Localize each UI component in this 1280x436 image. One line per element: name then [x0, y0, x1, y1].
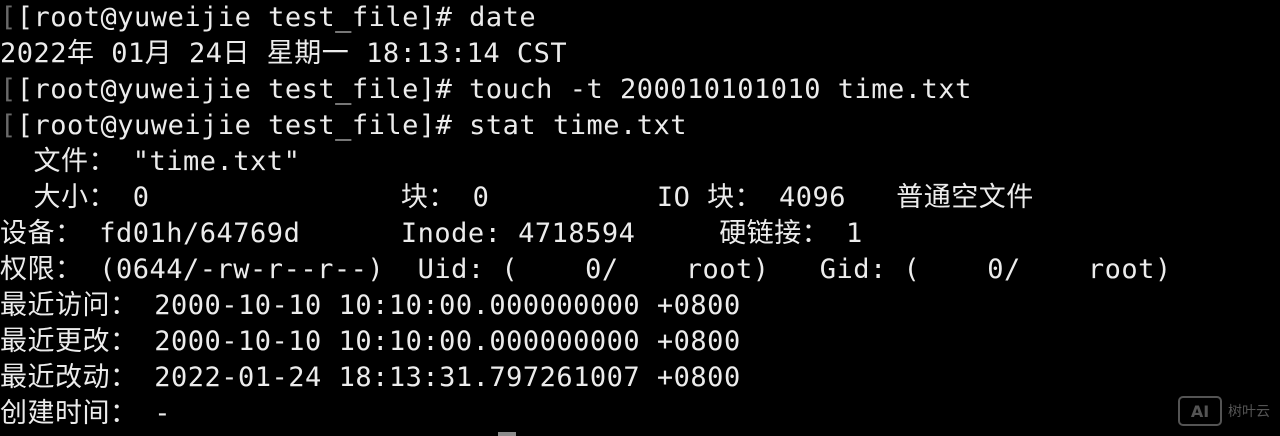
stat-access-line: 最近访问： 2000-10-10 10:10:00.000000000 +080…: [0, 290, 741, 321]
watermark-text: 树叶云: [1228, 404, 1270, 420]
terminal-line-prompt-stat: [[root@yuweijie test_file]# stat time.tx…: [0, 110, 687, 141]
stat-device-line: 设备： fd01h/64769d Inode: 4718594 硬链接： 1: [0, 218, 863, 249]
watermark-logo-icon: AI: [1178, 396, 1222, 426]
stat-modify-line: 最近更改： 2000-10-10 10:10:00.000000000 +080…: [0, 326, 741, 357]
terminal-window[interactable]: [[root@yuweijie test_file]# date 2022年 0…: [0, 0, 1280, 436]
stat-file-line: 文件： "time.txt": [0, 146, 301, 177]
selection-bracket: [: [0, 2, 17, 33]
selection-bracket: [: [0, 110, 17, 141]
stat-permission-line: 权限： (0644/-rw-r--r--) Uid: ( 0/ root) Gi…: [0, 254, 1172, 285]
terminal-line-prompt-date: [[root@yuweijie test_file]# date: [0, 2, 537, 33]
stat-change-line: 最近改动： 2022-01-24 18:13:31.797261007 +080…: [0, 362, 741, 393]
terminal-line-date-output: 2022年 01月 24日 星期一 18:13:14 CST: [0, 38, 568, 69]
terminal-cursor: [498, 432, 516, 436]
stat-birth-line: 创建时间： -: [0, 398, 172, 429]
stat-size-line: 大小： 0 块： 0 IO 块： 4096 普通空文件: [0, 182, 1034, 213]
terminal-line-prompt-touch: [[root@yuweijie test_file]# touch -t 200…: [0, 74, 972, 105]
watermark: AI 树叶云: [1178, 396, 1270, 426]
selection-bracket: [: [0, 74, 17, 105]
